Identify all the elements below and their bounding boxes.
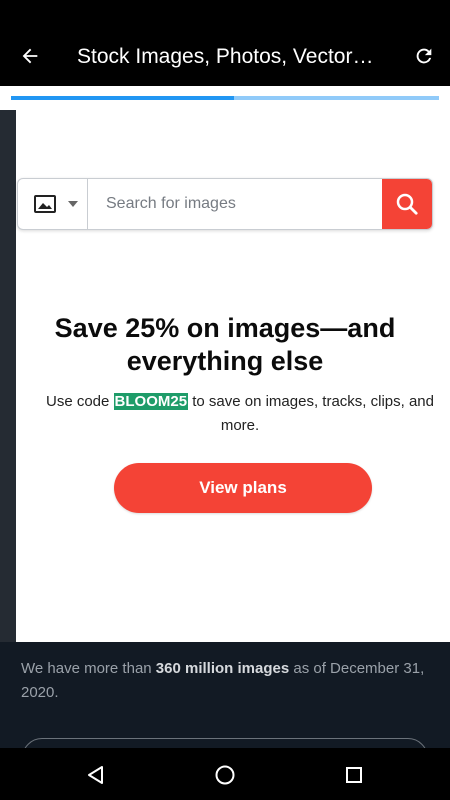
progress-track (11, 96, 439, 100)
nav-recents-square-icon (346, 767, 362, 783)
stats-section: We have more than 360 million images as … (0, 642, 450, 748)
progress-fill (11, 96, 234, 100)
page-title: Stock Images, Photos, Vectors, Video, an… (77, 45, 382, 68)
promo-text-start: Use code (45, 393, 114, 410)
caret-down-icon (68, 201, 78, 207)
promo-heading: Save 25% on images—and everything else (54, 313, 396, 376)
search-input[interactable] (90, 179, 382, 229)
search-bar (17, 178, 433, 230)
back-button[interactable] (12, 38, 48, 74)
app-bar: Stock Images, Photos, Vectors, Video, an… (0, 0, 450, 86)
search-button[interactable] (382, 179, 432, 229)
reload-button[interactable] (406, 38, 442, 74)
stats-text: We have more than 360 million images as … (21, 657, 431, 705)
loading-progress (0, 86, 450, 110)
arrow-left-icon (22, 48, 38, 64)
nav-home-circle-icon (215, 765, 235, 785)
browser-screen: Stock Images, Photos, Vectors, Video, an… (0, 0, 450, 800)
promo-text-end: to save on images, tracks, clips, and mo… (188, 393, 434, 434)
image-icon (34, 195, 56, 213)
web-content: Save 25% on images—and everything else U… (0, 110, 450, 748)
nav-home-button[interactable] (208, 758, 242, 792)
media-type-dropdown[interactable] (18, 179, 88, 229)
nav-back-button[interactable] (79, 758, 113, 792)
promo-text: Use code BLOOM25 to save on images, trac… (30, 390, 450, 438)
refresh-icon (416, 48, 432, 64)
stats-highlight: 360 million images (155, 660, 290, 677)
promo-code: BLOOM25 (113, 393, 189, 410)
view-plans-button[interactable]: View plans (114, 463, 372, 513)
stats-text-start: We have more than (21, 660, 156, 677)
search-icon (396, 193, 418, 215)
side-rail (0, 110, 16, 642)
system-nav-bar (0, 748, 450, 800)
nav-back-triangle-icon (88, 766, 103, 784)
outlined-button[interactable] (22, 738, 428, 748)
nav-recents-button[interactable] (337, 758, 371, 792)
